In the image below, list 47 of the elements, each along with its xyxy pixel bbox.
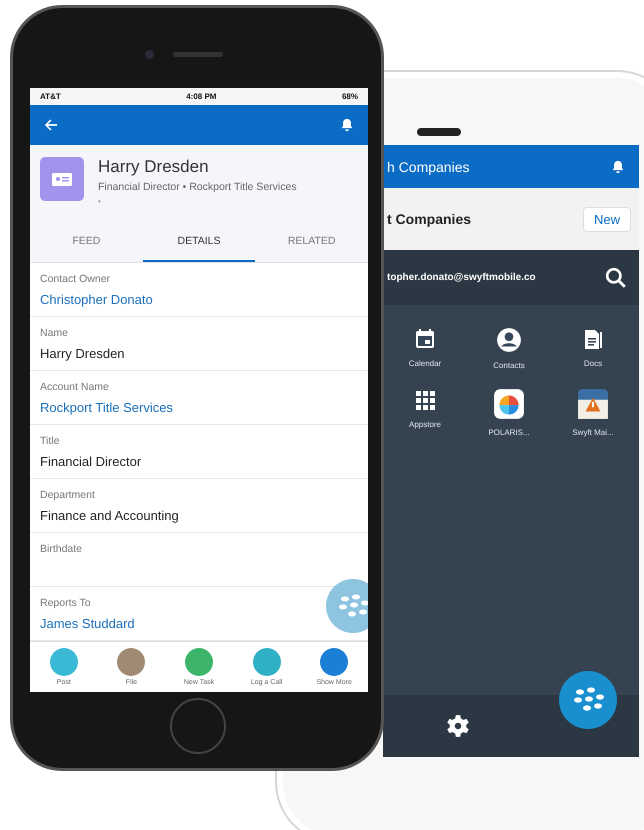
contact-card-icon <box>40 156 84 201</box>
tab[interactable]: DETAILS <box>142 222 256 262</box>
field-link[interactable]: Rockport Title Services <box>40 400 173 415</box>
field-value: Finance and Accounting <box>40 508 179 523</box>
alert-app-icon[interactable] <box>577 388 609 420</box>
carrier-label: AT&T <box>40 92 61 101</box>
tab[interactable]: FEED <box>30 222 143 262</box>
back-arrow-icon[interactable] <box>44 118 58 132</box>
blackberry-fab[interactable] <box>558 670 618 730</box>
search-icon[interactable] <box>605 266 627 288</box>
new-button[interactable]: New <box>582 206 631 232</box>
field-label: Account Name <box>40 380 110 393</box>
field-link[interactable]: James Studdard <box>40 616 135 631</box>
account-email: topher.donato@swyftmobile.co <box>387 272 536 283</box>
more-dot: • <box>98 196 102 206</box>
list-title: t Companies <box>387 211 472 227</box>
field-link[interactable]: Christopher Donato <box>40 292 153 307</box>
field-label: Reports To <box>40 596 92 609</box>
contact-icon[interactable] <box>496 327 522 353</box>
field-label: Contact Owner <box>40 272 112 285</box>
speaker-slot <box>173 52 223 57</box>
field-value: Harry Dresden <box>40 346 125 361</box>
field-label: Title <box>40 434 60 447</box>
app-grid-icon[interactable] <box>413 388 437 412</box>
battery-percent: 68% <box>342 92 358 101</box>
field-label: Department <box>40 488 96 501</box>
clock-time: 4:08 PM <box>186 92 216 101</box>
tab[interactable]: RELATED <box>255 222 368 262</box>
app-label: Docs <box>584 359 602 368</box>
app-label: Contacts <box>493 361 525 370</box>
bell-icon[interactable] <box>340 118 354 132</box>
field-label: Birthdate <box>40 542 84 555</box>
colorful-app-icon[interactable] <box>493 388 525 420</box>
field-value: Financial Director <box>40 454 142 469</box>
app-label: Appstore <box>408 420 442 429</box>
record-name: Harry Dresden <box>98 156 210 177</box>
camera-dot <box>145 50 154 59</box>
app-label: POLARIS... <box>488 428 530 437</box>
settings-icon[interactable] <box>445 713 471 739</box>
record-subtitle: Financial Director • Rockport Title Services <box>98 180 297 193</box>
calendar-icon[interactable] <box>413 327 437 351</box>
app-label: Calendar <box>408 359 442 368</box>
speaker-slot <box>417 128 461 136</box>
screen-title: h Companies <box>387 158 470 174</box>
bell-icon[interactable] <box>611 160 625 174</box>
field-label: Name <box>40 326 70 339</box>
app-label: Swyft Mai... <box>572 428 614 437</box>
